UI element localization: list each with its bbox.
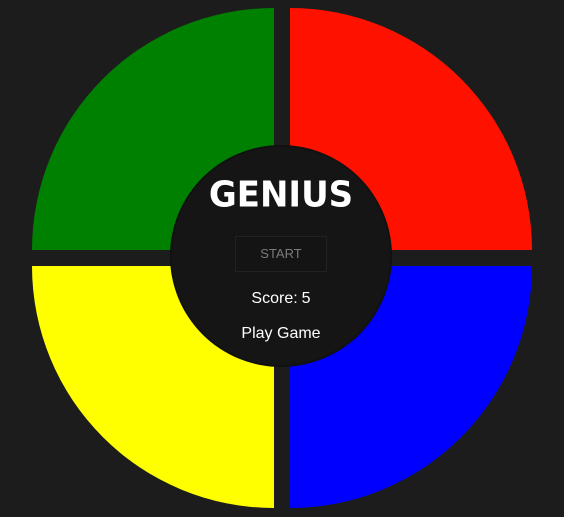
score-value: 5 [301, 290, 311, 307]
status-text: Play Game [241, 325, 321, 342]
score-display: Score: 5 [172, 290, 390, 308]
control-panel: GENIUS START Score: 5 Play Game [172, 147, 390, 365]
start-button[interactable]: START [235, 236, 327, 272]
score-label: Score: [251, 290, 298, 307]
game-title: GENIUS [208, 174, 354, 216]
game-board: GENIUS START Score: 5 Play Game [32, 8, 532, 508]
